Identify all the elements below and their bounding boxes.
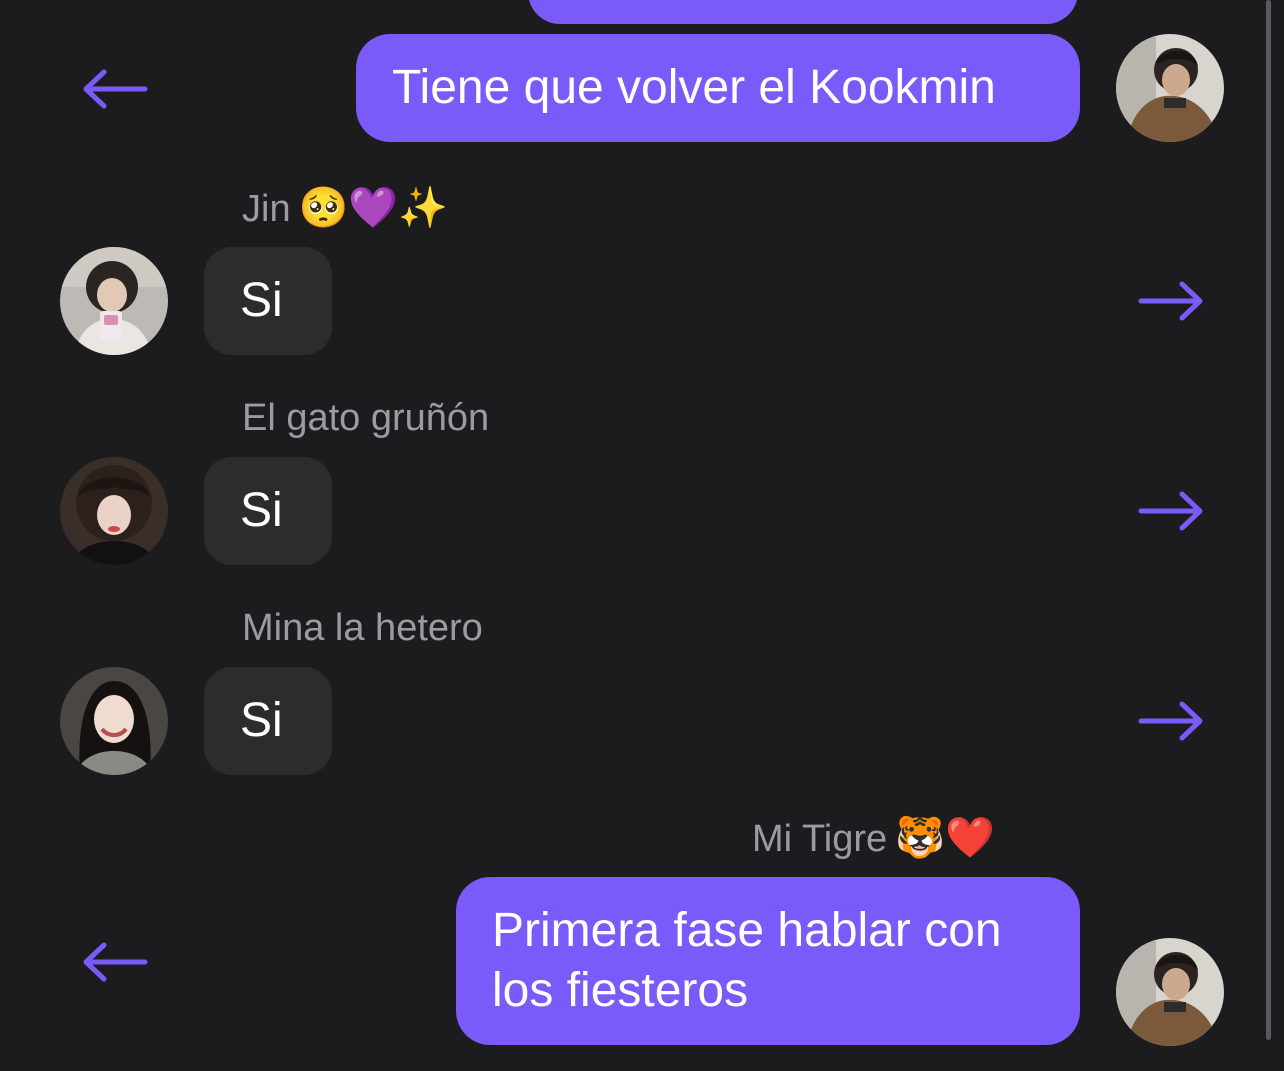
avatar[interactable] — [60, 667, 168, 775]
arrow-left-icon[interactable] — [82, 68, 148, 110]
sender-name-text: Mina la hetero — [242, 607, 483, 649]
chat-thread: Tiene que volver el Kookmin Jin 🥺💜✨ Si E… — [0, 0, 1284, 1071]
sender-emoji: 🥺💜✨ — [298, 185, 448, 231]
sender-name-text: Jin — [242, 188, 291, 230]
sender-name-text: Mi Tigre — [752, 818, 888, 860]
avatar[interactable] — [60, 457, 168, 565]
message-bubble[interactable]: Tiene que volver el Kookmin — [356, 34, 1080, 142]
message-bubble-partial[interactable] — [528, 0, 1078, 24]
avatar[interactable] — [60, 247, 168, 355]
message-bubble[interactable]: Si — [204, 667, 332, 775]
sender-name: El gato gruñón — [242, 394, 489, 442]
arrow-right-icon[interactable] — [1138, 490, 1204, 532]
arrow-right-icon[interactable] — [1138, 280, 1204, 322]
sender-name: Mi Tigre 🐯❤️ — [752, 814, 995, 863]
sender-emoji: 🐯❤️ — [895, 815, 995, 861]
message-bubble[interactable]: Si — [204, 247, 332, 355]
sender-name: Mina la hetero — [242, 604, 483, 652]
sender-name-text: El gato gruñón — [242, 397, 490, 439]
avatar[interactable] — [1116, 34, 1224, 142]
arrow-right-icon[interactable] — [1138, 700, 1204, 742]
message-bubble[interactable]: Si — [204, 457, 332, 565]
avatar[interactable] — [1116, 938, 1224, 1046]
arrow-left-icon[interactable] — [82, 941, 148, 983]
scrollbar[interactable] — [1266, 0, 1271, 1040]
sender-name: Jin 🥺💜✨ — [242, 184, 448, 233]
message-bubble[interactable]: Primera fase hablar con los fiesteros — [456, 877, 1080, 1045]
